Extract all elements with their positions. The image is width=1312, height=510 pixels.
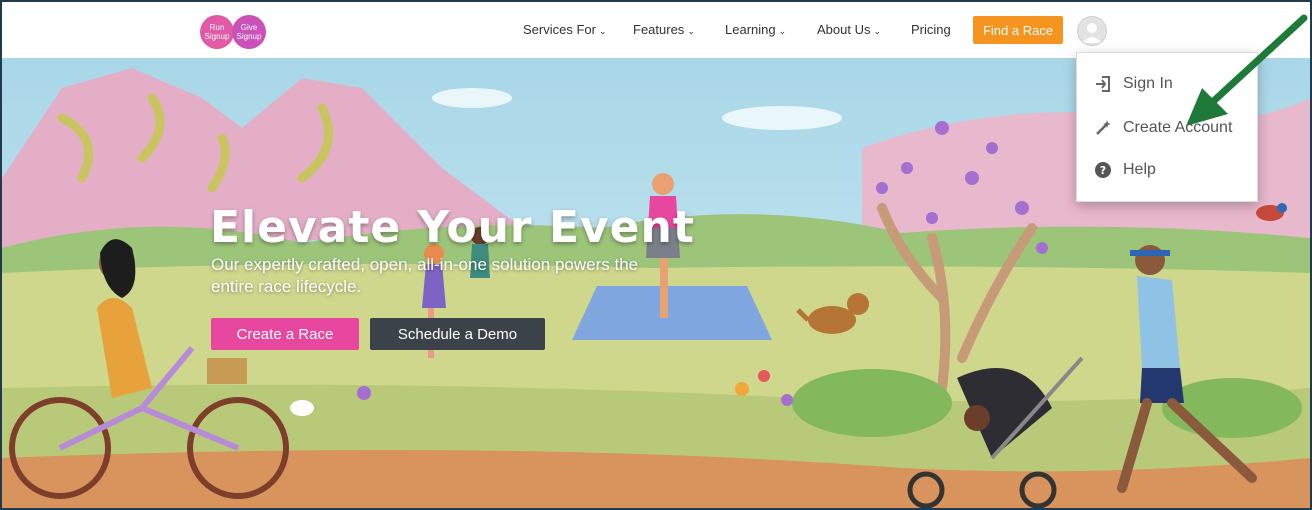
magic-wand-icon xyxy=(1093,119,1113,137)
schedule-a-demo-button[interactable]: Schedule a Demo xyxy=(370,318,545,350)
nav-services-for[interactable]: Services For ⌄ xyxy=(523,22,607,37)
hero-subtitle: Our expertly crafted, open, all-in-one s… xyxy=(211,255,639,296)
question-circle-icon: ? xyxy=(1093,161,1113,179)
top-navbar: Run Signup Give Signup Services For ⌄ Fea… xyxy=(2,2,1310,58)
nav-label: Pricing xyxy=(911,22,951,37)
svg-text:?: ? xyxy=(1100,164,1106,177)
nav-features[interactable]: Features ⌄ xyxy=(633,22,695,37)
sign-in-icon xyxy=(1093,75,1113,93)
hero-title: Elevate Your Event xyxy=(210,202,695,253)
runsignup-logo[interactable]: Run Signup Give Signup xyxy=(200,15,286,49)
menu-item-sign-in[interactable]: Sign In xyxy=(1093,75,1173,93)
menu-item-label: Sign In xyxy=(1123,75,1173,92)
nav-label: About Us xyxy=(817,22,871,37)
annotation-arrow-icon xyxy=(1172,12,1310,137)
logo-left-text: Run Signup xyxy=(204,23,230,41)
nav-label: Learning xyxy=(725,22,776,37)
nav-pricing[interactable]: Pricing xyxy=(911,22,951,37)
logo-right-circle: Give Signup xyxy=(232,15,266,49)
create-a-race-button[interactable]: Create a Race xyxy=(211,318,359,350)
chevron-down-icon: ⌄ xyxy=(873,26,882,36)
logo-right-text: Give Signup xyxy=(236,23,262,41)
nav-label: Features xyxy=(633,22,685,37)
nav-about-us[interactable]: About Us ⌄ xyxy=(817,22,881,37)
nav-label: Services For xyxy=(523,22,596,37)
chevron-down-icon: ⌄ xyxy=(778,26,787,36)
menu-item-label: Help xyxy=(1123,161,1156,178)
menu-item-help[interactable]: ? Help xyxy=(1093,161,1156,179)
chevron-down-icon: ⌄ xyxy=(687,26,695,36)
chevron-down-icon: ⌄ xyxy=(598,26,607,36)
browser-frame: Run Signup Give Signup Services For ⌄ Fea… xyxy=(0,0,1312,510)
user-avatar-icon[interactable] xyxy=(1077,16,1107,46)
find-a-race-button[interactable]: Find a Race xyxy=(973,16,1063,44)
logo-left-circle: Run Signup xyxy=(200,15,234,49)
nav-learning[interactable]: Learning ⌄ xyxy=(725,22,786,37)
